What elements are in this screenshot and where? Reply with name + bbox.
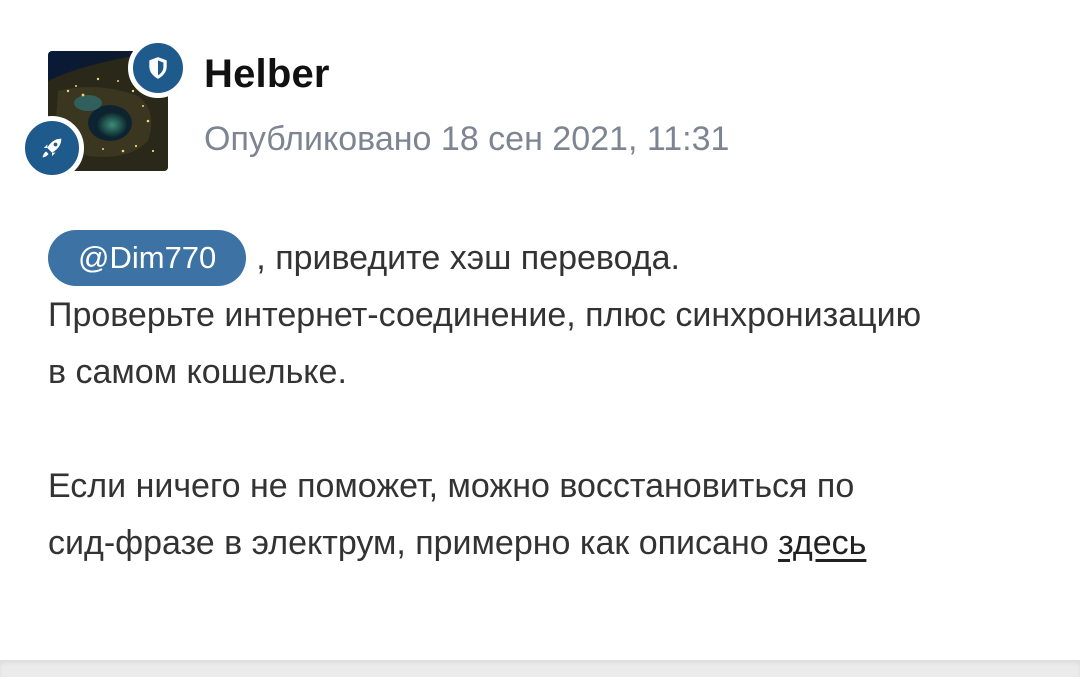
post-line-5: сид-фразе в электрум, примерно как описа… (48, 515, 1048, 572)
rocket-icon (42, 138, 62, 158)
post-divider (0, 660, 1080, 677)
post-body: @Dim770, приведите хэш перевода. Проверь… (48, 230, 1048, 572)
user-mention[interactable]: @Dim770 (48, 230, 247, 286)
post-text-line-3: в самом кошельке. (48, 353, 347, 391)
here-link[interactable]: здесь (778, 524, 866, 562)
moderator-badge[interactable] (128, 38, 188, 98)
rank-badge[interactable] (20, 116, 84, 180)
forum-post: Helber Опубликовано 18 сен 2021, 11:31 @… (0, 0, 1080, 660)
post-text-line-1: , приведите хэш перевода. (256, 239, 680, 277)
post-line-1: @Dim770, приведите хэш перевода. (48, 230, 1048, 287)
post-text-line-2: Проверьте интернет-соединение, плюс синх… (48, 296, 922, 334)
post-text-line-4: Если ничего не поможет, можно восстанови… (48, 467, 855, 505)
author-name[interactable]: Helber (204, 52, 330, 97)
shield-icon (149, 57, 167, 79)
post-date: Опубликовано 18 сен 2021, 11:31 (204, 120, 730, 158)
post-text-line-5: сид-фразе в электрум, примерно как описа… (48, 524, 779, 562)
